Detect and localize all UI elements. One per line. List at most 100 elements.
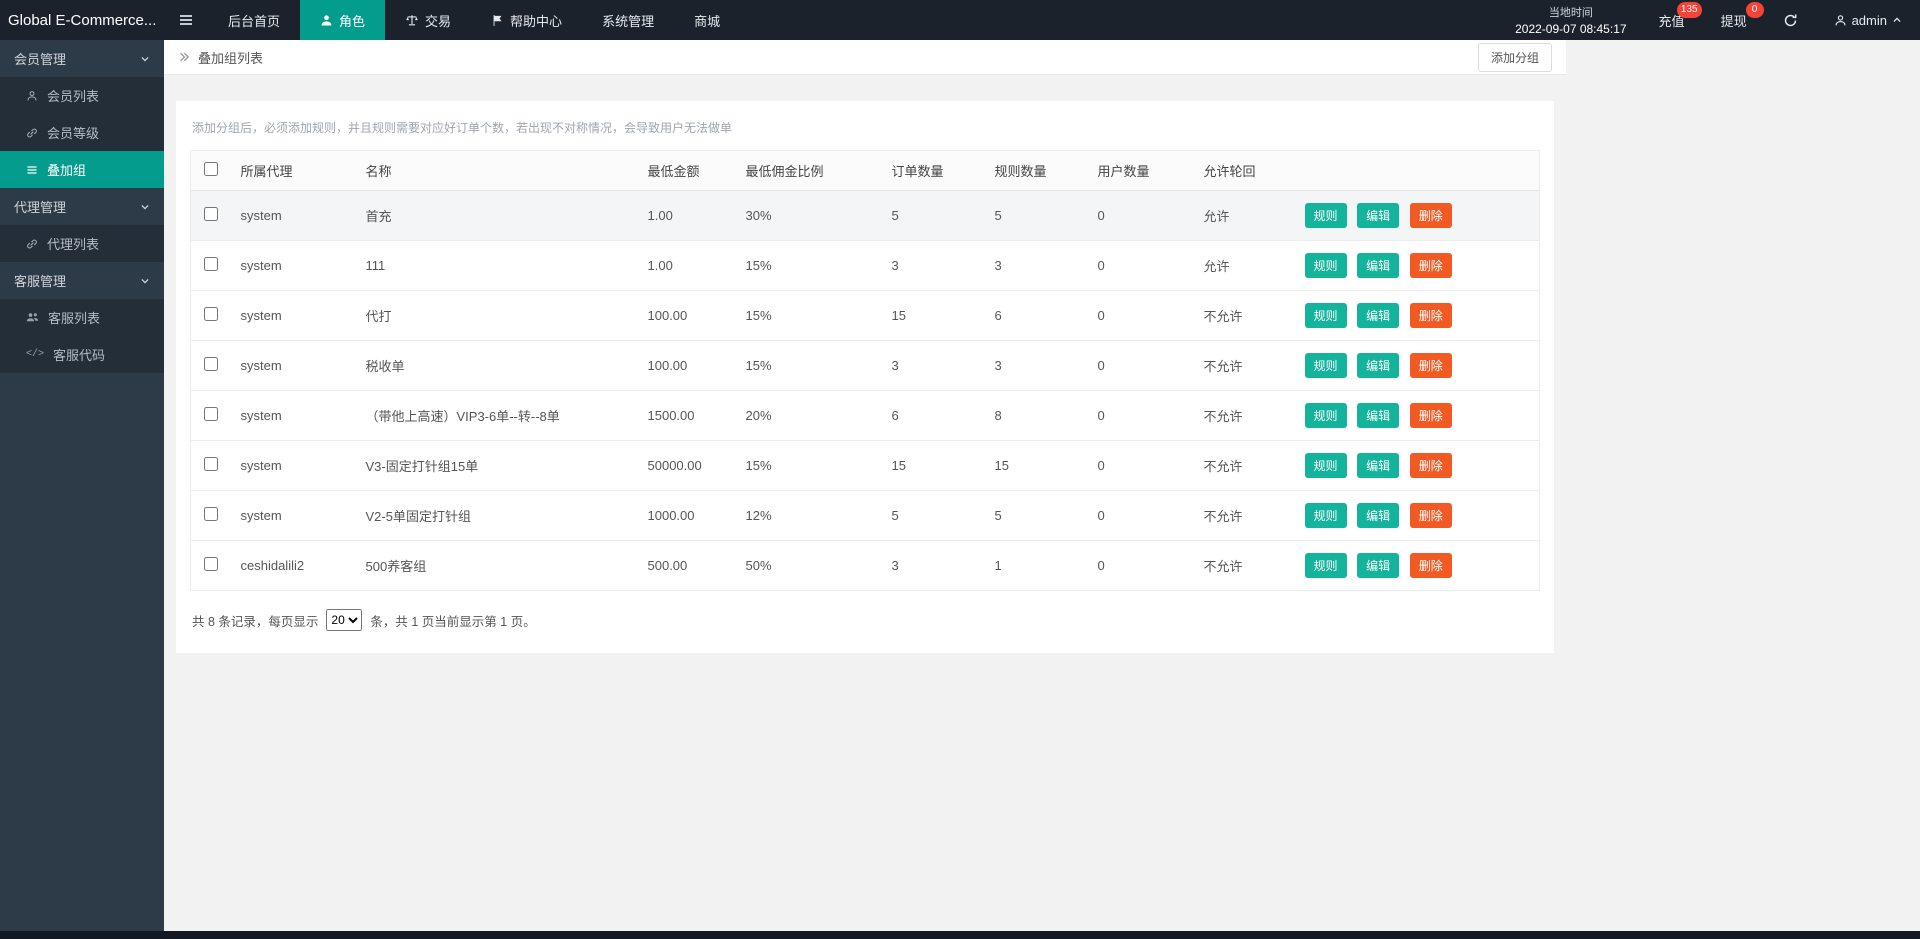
cell-loop: 不允许 bbox=[1196, 341, 1297, 391]
edit-button[interactable]: 编辑 bbox=[1357, 503, 1399, 528]
rule-button[interactable]: 规则 bbox=[1305, 253, 1347, 278]
cell-agent: system bbox=[233, 341, 358, 391]
top-menu-item-system[interactable]: 系统管理 bbox=[582, 0, 674, 40]
top-menu-item-home[interactable]: 后台首页 bbox=[208, 0, 300, 40]
cell-name: 500养客组 bbox=[358, 541, 640, 591]
edit-button[interactable]: 编辑 bbox=[1357, 403, 1399, 428]
hamburger-icon[interactable] bbox=[164, 0, 208, 40]
row-check-cell bbox=[191, 241, 233, 291]
time-value: 2022-09-07 08:45:17 bbox=[1515, 22, 1626, 36]
content-card: 添加分组后，必须添加规则，并且规则需要对应好订单个数，若出现不对称情况，会导致用… bbox=[176, 101, 1554, 653]
row-checkbox[interactable] bbox=[204, 307, 218, 321]
delete-button[interactable]: 删除 bbox=[1410, 203, 1452, 228]
delete-button[interactable]: 删除 bbox=[1410, 353, 1452, 378]
pagination-suffix: 条，共 1 页当前显示第 1 页。 bbox=[370, 611, 535, 630]
table-row: system 首充 1.00 30% 5 5 0 允许 规则 编辑 删除 bbox=[191, 191, 1540, 241]
row-check-cell bbox=[191, 441, 233, 491]
row-checkbox[interactable] bbox=[204, 507, 218, 521]
row-actions: 规则 编辑 删除 bbox=[1297, 191, 1540, 241]
top-menu-item-trade[interactable]: 交易 bbox=[385, 0, 471, 40]
sidebar-item-label: 客服代码 bbox=[53, 345, 105, 364]
delete-button[interactable]: 删除 bbox=[1410, 303, 1452, 328]
cell-agent: system bbox=[233, 191, 358, 241]
delete-button[interactable]: 删除 bbox=[1410, 253, 1452, 278]
sidebar-group-support[interactable]: 客服管理 bbox=[0, 262, 164, 299]
rule-button[interactable]: 规则 bbox=[1305, 303, 1347, 328]
sidebar-item-member-level[interactable]: 会员等级 bbox=[0, 114, 164, 151]
cell-rules: 3 bbox=[987, 241, 1090, 291]
page-size-select[interactable]: 20 bbox=[326, 609, 362, 631]
refresh-button[interactable] bbox=[1765, 0, 1816, 40]
sidebar-item-stack-group[interactable]: 叠加组 bbox=[0, 151, 164, 188]
edit-button[interactable]: 编辑 bbox=[1357, 303, 1399, 328]
sidebar-item-agent-list[interactable]: 代理列表 bbox=[0, 225, 164, 262]
row-checkbox[interactable] bbox=[204, 357, 218, 371]
chevron-down-icon bbox=[140, 54, 150, 64]
sidebar-item-support-list[interactable]: 客服列表 bbox=[0, 299, 164, 336]
edit-button[interactable]: 编辑 bbox=[1357, 253, 1399, 278]
sidebar-item-label: 会员等级 bbox=[47, 123, 99, 142]
cell-name: 税收单 bbox=[358, 341, 640, 391]
delete-button[interactable]: 删除 bbox=[1410, 503, 1452, 528]
row-check-cell bbox=[191, 341, 233, 391]
delete-button[interactable]: 删除 bbox=[1410, 553, 1452, 578]
cell-min-amount: 1.00 bbox=[640, 241, 738, 291]
rule-button[interactable]: 规则 bbox=[1305, 453, 1347, 478]
edit-button[interactable]: 编辑 bbox=[1357, 203, 1399, 228]
top-menu-item-mall[interactable]: 商城 bbox=[674, 0, 740, 40]
rule-button[interactable]: 规则 bbox=[1305, 353, 1347, 378]
cell-orders: 15 bbox=[884, 441, 987, 491]
top-menu-item-help[interactable]: 帮助中心 bbox=[471, 0, 582, 40]
select-all-cell bbox=[191, 151, 233, 191]
users-icon bbox=[26, 311, 39, 324]
row-checkbox[interactable] bbox=[204, 257, 218, 271]
user-icon bbox=[1834, 14, 1847, 27]
col-header-actions bbox=[1297, 151, 1540, 191]
rule-button[interactable]: 规则 bbox=[1305, 553, 1347, 578]
flag-icon bbox=[491, 14, 504, 27]
link-icon bbox=[26, 127, 38, 139]
recharge-button[interactable]: 充值 135 bbox=[1641, 0, 1703, 40]
sidebar-group-label: 代理管理 bbox=[14, 197, 66, 216]
top-menu-item-roles[interactable]: 角色 bbox=[300, 0, 385, 40]
row-checkbox[interactable] bbox=[204, 407, 218, 421]
sidebar-group-members[interactable]: 会员管理 bbox=[0, 40, 164, 77]
rule-button[interactable]: 规则 bbox=[1305, 203, 1347, 228]
row-checkbox[interactable] bbox=[204, 207, 218, 221]
cell-min-commission: 50% bbox=[738, 541, 884, 591]
sidebar-item-support-code[interactable]: </> 客服代码 bbox=[0, 336, 164, 373]
row-checkbox[interactable] bbox=[204, 557, 218, 571]
edit-button[interactable]: 编辑 bbox=[1357, 353, 1399, 378]
add-group-button[interactable]: 添加分组 bbox=[1478, 43, 1552, 72]
sidebar-item-label: 会员列表 bbox=[47, 86, 99, 105]
edit-button[interactable]: 编辑 bbox=[1357, 553, 1399, 578]
rule-button[interactable]: 规则 bbox=[1305, 503, 1347, 528]
cell-min-commission: 15% bbox=[738, 291, 884, 341]
edit-button[interactable]: 编辑 bbox=[1357, 453, 1399, 478]
row-actions: 规则 编辑 删除 bbox=[1297, 241, 1540, 291]
sidebar: 会员管理 会员列表 会员等级 叠加组 代理管理 代理列表 客服管理 bbox=[0, 40, 164, 931]
cell-agent: system bbox=[233, 491, 358, 541]
user-menu[interactable]: admin bbox=[1816, 0, 1920, 40]
sidebar-item-member-list[interactable]: 会员列表 bbox=[0, 77, 164, 114]
hint-text: 添加分组后，必须添加规则，并且规则需要对应好订单个数，若出现不对称情况，会导致用… bbox=[192, 119, 1538, 136]
row-actions: 规则 编辑 删除 bbox=[1297, 491, 1540, 541]
rule-button[interactable]: 规则 bbox=[1305, 403, 1347, 428]
table-row: system 税收单 100.00 15% 3 3 0 不允许 规则 编辑 删除 bbox=[191, 341, 1540, 391]
row-checkbox[interactable] bbox=[204, 457, 218, 471]
link-icon bbox=[26, 238, 38, 250]
select-all-checkbox[interactable] bbox=[204, 162, 218, 176]
top-menu-label: 后台首页 bbox=[228, 11, 280, 30]
sidebar-item-label: 叠加组 bbox=[47, 160, 86, 179]
withdraw-badge: 0 bbox=[1746, 2, 1764, 18]
list-icon bbox=[26, 164, 38, 176]
delete-button[interactable]: 删除 bbox=[1410, 453, 1452, 478]
row-check-cell bbox=[191, 491, 233, 541]
cell-min-amount: 1.00 bbox=[640, 191, 738, 241]
cell-min-commission: 12% bbox=[738, 491, 884, 541]
withdraw-label: 提现 bbox=[1721, 11, 1747, 30]
sidebar-group-agents[interactable]: 代理管理 bbox=[0, 188, 164, 225]
delete-button[interactable]: 删除 bbox=[1410, 403, 1452, 428]
withdraw-button[interactable]: 提现 0 bbox=[1703, 0, 1765, 40]
table-row: system V2-5单固定打针组 1000.00 12% 5 5 0 不允许 … bbox=[191, 491, 1540, 541]
